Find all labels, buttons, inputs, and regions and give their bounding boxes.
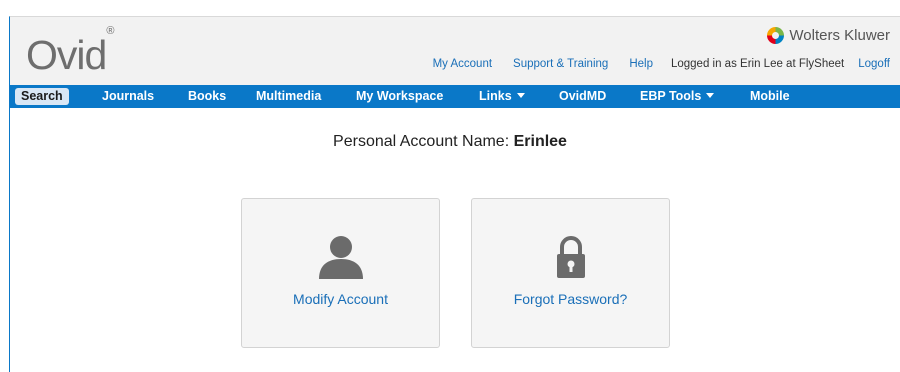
header: Ovid® Wolters Kluwer My Account Support …	[10, 17, 900, 85]
nav-my-workspace[interactable]: My Workspace	[356, 85, 443, 108]
wolters-kluwer-brand: Wolters Kluwer	[767, 25, 890, 45]
forgot-password-label: Forgot Password?	[513, 291, 628, 307]
user-icon	[242, 235, 439, 279]
lock-icon	[472, 235, 669, 279]
account-name-heading: Personal Account Name: Erinlee	[0, 133, 900, 151]
nav-ebp-tools-label: EBP Tools	[640, 89, 702, 103]
nav-books[interactable]: Books	[188, 85, 226, 108]
registered-mark: ®	[106, 25, 115, 38]
top-links: My Account Support & Training Help Logge…	[412, 58, 890, 70]
account-name-label: Personal Account Name:	[333, 133, 510, 150]
nav-multimedia[interactable]: Multimedia	[256, 85, 321, 108]
chevron-down-icon	[516, 93, 525, 99]
modify-account-card[interactable]: Modify Account	[241, 198, 440, 348]
support-training-link[interactable]: Support & Training	[513, 58, 608, 70]
account-name-value: Erinlee	[513, 133, 567, 150]
nav-ebp-tools[interactable]: EBP Tools	[640, 85, 715, 108]
forgot-password-card[interactable]: Forgot Password?	[471, 198, 670, 348]
brand-text: Wolters Kluwer	[789, 26, 890, 44]
nav-links[interactable]: Links	[479, 85, 525, 108]
logoff-link[interactable]: Logoff	[858, 58, 890, 70]
chevron-down-icon	[706, 93, 715, 99]
help-link[interactable]: Help	[629, 58, 653, 70]
my-account-link[interactable]: My Account	[433, 58, 492, 70]
logged-in-status: Logged in as Erin Lee at FlySheet	[670, 58, 845, 70]
modify-account-label: Modify Account	[293, 291, 388, 307]
nav-search[interactable]: Search	[15, 88, 69, 105]
logo-text: Ovid	[26, 32, 107, 78]
nav-ovidmd[interactable]: OvidMD	[559, 85, 606, 108]
nav-mobile[interactable]: Mobile	[750, 85, 790, 108]
wolters-kluwer-logo-icon	[767, 26, 785, 44]
nav-links-label: Links	[479, 89, 512, 103]
main-nav: Search Journals Books Multimedia My Work…	[10, 85, 900, 108]
nav-journals[interactable]: Journals	[102, 85, 154, 108]
ovid-logo[interactable]: Ovid®	[26, 26, 114, 78]
